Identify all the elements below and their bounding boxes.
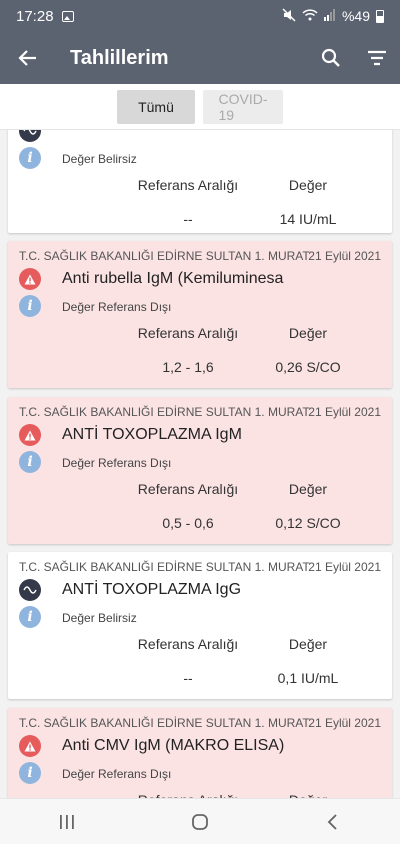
- warning-icon: [19, 268, 41, 290]
- reference-header: Referans Aralığı: [137, 325, 239, 341]
- battery-percent: %49: [341, 8, 370, 24]
- warning-icon: [19, 424, 41, 446]
- value-header: Değer: [288, 636, 328, 652]
- test-name: ANTİ TOXOPLAZMA IgG: [62, 581, 242, 598]
- filter-icon: [368, 50, 386, 66]
- result-date: 21 Eylül 2021: [308, 405, 381, 419]
- home-icon: [192, 813, 208, 830]
- reference-header: Referans Aralığı: [137, 177, 239, 193]
- test-name: Anti rubella IgM (Kemiluminesa: [62, 270, 284, 287]
- result-status: Değer Belirsiz: [62, 611, 137, 625]
- system-nav-bar: [0, 798, 400, 844]
- mute-icon: [282, 7, 296, 25]
- wave-icon: [19, 579, 41, 601]
- test-name: ANTİ TOXOPLAZMA IgM: [62, 426, 242, 443]
- test-results-list[interactable]: i Değer Belirsiz Referans Aralığı Değer …: [0, 130, 400, 798]
- battery-icon: [376, 9, 384, 23]
- app-bar: Tahlillerim: [0, 32, 400, 84]
- home-button[interactable]: [170, 799, 230, 844]
- reference-range: --: [183, 211, 193, 227]
- result-date: 21 Eylül 2021: [308, 560, 381, 574]
- filter-tabs: Tümü COVID-19: [0, 84, 400, 130]
- result-status: Değer Belirsiz: [62, 152, 137, 166]
- hospital-name: T.C. SAĞLIK BAKANLIĞI EDİRNE SULTAN 1. M…: [19, 716, 310, 730]
- info-icon[interactable]: i: [19, 451, 41, 473]
- result-value: 0,1 IU/mL: [277, 670, 339, 686]
- value-header: Değer: [288, 177, 328, 193]
- test-result-card[interactable]: T.C. SAĞLIK BAKANLIĞI EDİRNE SULTAN 1. M…: [8, 708, 392, 798]
- tab-covid-19[interactable]: COVID-19: [203, 89, 283, 124]
- hospital-name: T.C. SAĞLIK BAKANLIĞI EDİRNE SULTAN 1. M…: [19, 249, 310, 263]
- recent-apps-button[interactable]: [37, 799, 97, 844]
- wave-icon: [19, 130, 41, 142]
- search-button[interactable]: [308, 32, 354, 84]
- info-icon[interactable]: i: [19, 762, 41, 784]
- test-result-card[interactable]: T.C. SAĞLIK BAKANLIĞI EDİRNE SULTAN 1. M…: [8, 552, 392, 699]
- reference-range: --: [183, 670, 193, 686]
- back-button[interactable]: [0, 32, 56, 84]
- value-header: Değer: [288, 325, 328, 341]
- value-header: Değer: [288, 481, 328, 497]
- filter-button[interactable]: [354, 32, 400, 84]
- warning-icon: [19, 735, 41, 757]
- page-title: Tahlillerim: [70, 46, 169, 69]
- result-status: Değer Referans Dışı: [62, 456, 172, 470]
- test-result-card[interactable]: T.C. SAĞLIK BAKANLIĞI EDİRNE SULTAN 1. M…: [8, 241, 392, 388]
- status-time: 17:28: [16, 7, 54, 25]
- back-icon: [327, 813, 337, 830]
- search-icon: [321, 48, 340, 67]
- status-icons: %49: [282, 7, 384, 25]
- reference-range: 0,5 - 0,6: [162, 515, 214, 531]
- nav-back-button[interactable]: [303, 799, 363, 844]
- result-value: 0,26 S/CO: [275, 359, 341, 375]
- reference-range: 1,2 - 1,6: [162, 359, 214, 375]
- test-result-card[interactable]: i Değer Belirsiz Referans Aralığı Değer …: [8, 130, 392, 233]
- info-icon[interactable]: i: [19, 606, 41, 628]
- hospital-name: T.C. SAĞLIK BAKANLIĞI EDİRNE SULTAN 1. M…: [19, 405, 310, 419]
- result-date: 21 Eylül 2021: [308, 249, 381, 263]
- wifi-icon: [302, 8, 318, 24]
- status-bar: 17:28 %49: [0, 0, 400, 32]
- back-arrow-icon: [18, 50, 36, 66]
- app-bar-actions: [308, 32, 400, 84]
- info-icon[interactable]: i: [19, 295, 41, 317]
- recent-apps-icon: [59, 814, 74, 829]
- hospital-name: T.C. SAĞLIK BAKANLIĞI EDİRNE SULTAN 1. M…: [19, 560, 310, 574]
- result-date: 21 Eylül 2021: [308, 716, 381, 730]
- result-value: 0,12 S/CO: [275, 515, 341, 531]
- reference-header: Referans Aralığı: [137, 481, 239, 497]
- result-status: Değer Referans Dışı: [62, 767, 172, 781]
- result-status: Değer Referans Dışı: [62, 300, 172, 314]
- signal-icon: [323, 8, 336, 24]
- tab-all[interactable]: Tümü: [117, 89, 195, 124]
- result-value: 14 IU/mL: [279, 211, 337, 227]
- reference-header: Referans Aralığı: [137, 636, 239, 652]
- info-icon[interactable]: i: [19, 147, 41, 169]
- test-name: Anti CMV IgM (MAKRO ELISA): [62, 737, 285, 754]
- gallery-icon: [61, 10, 74, 22]
- test-result-card[interactable]: T.C. SAĞLIK BAKANLIĞI EDİRNE SULTAN 1. M…: [8, 397, 392, 544]
